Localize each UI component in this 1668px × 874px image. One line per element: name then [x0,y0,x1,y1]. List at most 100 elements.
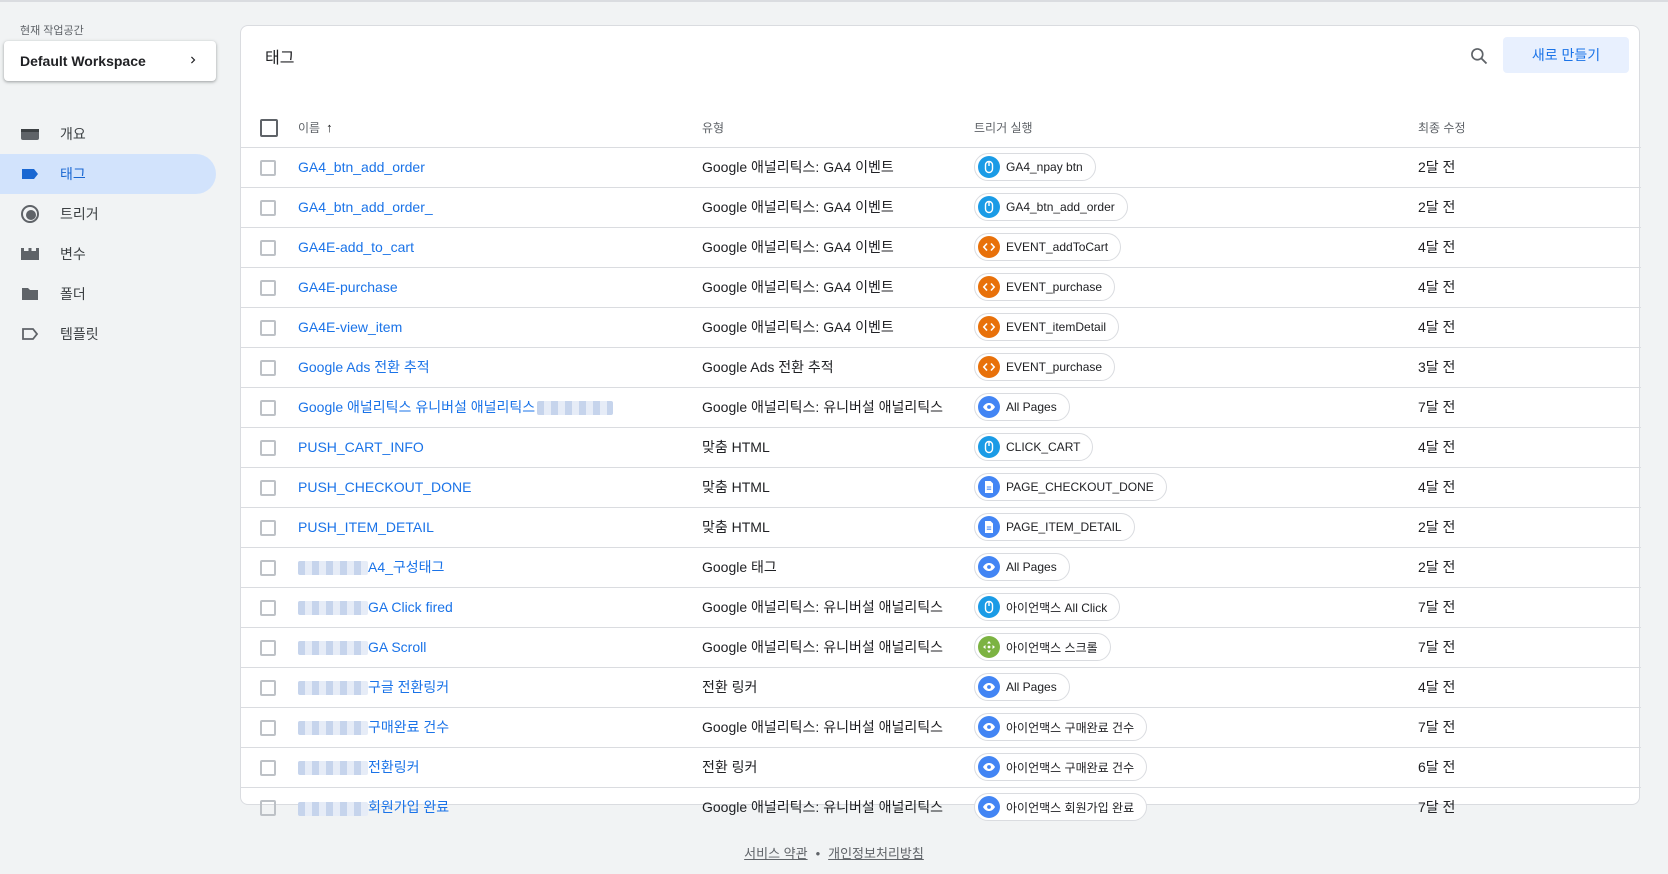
sidebar-item-variables[interactable]: 변수 [0,234,216,274]
sidebar-item-tags[interactable]: 태그 [0,154,216,194]
table-row[interactable]: 전환링커 전환 링커 아이언맥스 구매완료 건수 6달 전 [241,747,1641,788]
tag-name-link[interactable]: A4_구성태그 [368,559,444,575]
row-checkbox[interactable] [260,679,276,696]
trigger-chip[interactable]: CLICK_CART [974,433,1094,461]
trigger-chip[interactable]: All Pages [974,393,1070,421]
row-checkbox[interactable] [260,759,276,776]
trigger-chip[interactable]: PAGE_ITEM_DETAIL [974,513,1135,541]
select-all-checkbox[interactable] [260,118,278,137]
trigger-chip[interactable]: 아이언맥스 구매완료 건수 [974,713,1148,741]
trigger-chip[interactable]: EVENT_itemDetail [974,313,1120,341]
tag-type: Google 애널리틱스: 유니버설 애널리틱스 [702,387,974,428]
tag-name-link[interactable]: Google 애널리틱스 유니버설 애널리틱스 [298,399,535,415]
table-row[interactable]: 회원가입 완료 Google 애널리틱스: 유니버설 애널리틱스 아이언맥스 회원가… [241,787,1641,827]
table-row[interactable]: GA4E-purchase Google 애널리틱스: GA4 이벤트 EVENT_… [241,267,1641,308]
column-header-trigger[interactable]: 트리거 실행 [974,109,1418,148]
row-checkbox[interactable] [260,559,276,576]
table-row[interactable]: GA4E-view_item Google 애널리틱스: GA4 이벤트 EVENT… [241,307,1641,348]
search-button[interactable] [1463,40,1495,72]
tag-name-link[interactable]: Google Ads 전환 추적 [298,359,430,375]
row-checkbox[interactable] [260,239,276,256]
trigger-chip[interactable]: GA4_npay btn [974,153,1096,181]
table-row[interactable]: PUSH_CART_INFO 맞춤 HTML CLICK_CART 4달 전 [241,427,1641,468]
row-checkbox[interactable] [260,799,276,816]
page-title: 태그 [265,50,295,67]
sidebar-item-templates[interactable]: 템플릿 [0,314,216,354]
table-row[interactable]: GA4_btn_add_order Google 애널리틱스: GA4 이벤트 GA… [241,147,1641,188]
row-checkbox[interactable] [260,399,276,416]
tag-name-link[interactable]: GA4_btn_add_order [298,159,425,175]
trigger-name: All Pages [1006,400,1057,414]
trigger-chip[interactable]: 아이언맥스 All Click [974,593,1121,621]
code-icon [978,236,1000,258]
row-checkbox[interactable] [260,639,276,656]
trigger-name: 아이언맥스 All Click [1006,600,1108,615]
tag-type: Google 애널리틱스: 유니버설 애널리틱스 [702,587,974,628]
tag-name-link[interactable]: 구매완료 건수 [368,719,449,735]
row-checkbox[interactable] [260,199,276,216]
column-header-type[interactable]: 유형 [702,109,974,148]
table-row[interactable]: 구글 전환링커 전환 링커 All Pages 4달 전 [241,667,1641,708]
tag-name-link[interactable]: GA4E-view_item [298,319,402,335]
tag-name-link[interactable]: 회원가입 완료 [368,799,449,815]
tag-name-link[interactable]: 구글 전환링커 [368,679,449,695]
tag-name-link[interactable]: GA4E-add_to_cart [298,239,414,255]
row-checkbox[interactable] [260,719,276,736]
table-row[interactable]: GA Scroll Google 애널리틱스: 유니버설 애널리틱스 아이언맥스 스… [241,627,1641,668]
row-checkbox[interactable] [260,319,276,336]
row-checkbox[interactable] [260,439,276,456]
column-name-label: 이름 [298,121,321,136]
row-checkbox[interactable] [260,159,276,176]
footer-separator: • [815,846,821,861]
table-row[interactable]: Google Ads 전환 추적 Google Ads 전환 추적 EVENT_pu… [241,347,1641,388]
tags-card: 태그 새로 만들기 이름 ↑ 유형 트리거 실행 최종 수정 GA4_btn_ad… [240,25,1641,822]
trigger-chip[interactable]: All Pages [974,673,1070,701]
trigger-chip[interactable]: 아이언맥스 스크롤 [974,633,1111,661]
sidebar-item-triggers[interactable]: 트리거 [0,194,216,234]
privacy-link[interactable]: 개인정보처리방침 [828,846,924,861]
terms-link[interactable]: 서비스 약관 [744,846,807,861]
table-row[interactable]: Google 애널리틱스 유니버설 애널리틱스 Google 애널리틱스: 유니버… [241,387,1641,428]
table-row[interactable]: PUSH_ITEM_DETAIL 맞춤 HTML PAGE_ITEM_DETAIL 2… [241,507,1641,548]
redacted-text [298,641,368,656]
sidebar-item-folders[interactable]: 폴더 [0,274,216,314]
table-row[interactable]: GA4_btn_add_order_ Google 애널리틱스: GA4 이벤트 G… [241,187,1641,228]
trigger-chip[interactable]: 아이언맥스 구매완료 건수 [974,753,1148,781]
eye-icon [978,396,1000,418]
tag-name-link[interactable]: PUSH_CHECKOUT_DONE [298,479,471,495]
trigger-name: CLICK_CART [1006,440,1081,454]
trigger-chip[interactable]: EVENT_addToCart [974,233,1122,261]
tag-name-link[interactable]: GA4E-purchase [298,279,398,295]
row-checkbox[interactable] [260,599,276,616]
trigger-chip[interactable]: 아이언맥스 회원가입 완료 [974,793,1148,822]
column-header-modified[interactable]: 최종 수정 [1418,109,1641,148]
table-row[interactable]: GA4E-add_to_cart Google 애널리틱스: GA4 이벤트 EVE… [241,227,1641,268]
row-checkbox[interactable] [260,519,276,536]
sidebar-item-label: 변수 [60,246,86,262]
trigger-chip[interactable]: EVENT_purchase [974,273,1116,301]
new-tag-button[interactable]: 새로 만들기 [1503,37,1629,73]
last-modified: 7달 전 [1418,627,1641,668]
row-checkbox[interactable] [260,359,276,376]
trigger-chip[interactable]: GA4_btn_add_order [974,193,1128,221]
tag-name-link[interactable]: PUSH_CART_INFO [298,439,424,455]
row-checkbox[interactable] [260,279,276,296]
sidebar-item-label: 태그 [60,166,86,182]
trigger-chip[interactable]: PAGE_CHECKOUT_DONE [974,473,1167,501]
row-checkbox[interactable] [260,479,276,496]
tag-name-link[interactable]: PUSH_ITEM_DETAIL [298,519,434,535]
table-row[interactable]: GA Click fired Google 애널리틱스: 유니버설 애널리틱스 아이… [241,587,1641,628]
table-row[interactable]: A4_구성태그 Google 태그 All Pages 2달 전 [241,547,1641,588]
tag-name-link[interactable]: GA4_btn_add_order_ [298,199,433,215]
tag-name-link[interactable]: 전환링커 [368,759,420,775]
tag-name-link[interactable]: GA Scroll [368,639,426,655]
trigger-chip[interactable]: EVENT_purchase [974,353,1116,381]
tag-name-link[interactable]: GA Click fired [368,599,453,615]
sidebar-item-overview[interactable]: 개요 [0,114,216,154]
column-header-name[interactable]: 이름 ↑ [298,109,702,148]
table-row[interactable]: 구매완료 건수 Google 애널리틱스: 유니버설 애널리틱스 아이언맥스 구매완… [241,707,1641,748]
workspace-selector[interactable]: Default Workspace [4,41,216,81]
table-row[interactable]: PUSH_CHECKOUT_DONE 맞춤 HTML PAGE_CHECKOUT_D… [241,467,1641,508]
trigger-chip[interactable]: All Pages [974,553,1070,581]
cursor-icon [978,596,1000,618]
